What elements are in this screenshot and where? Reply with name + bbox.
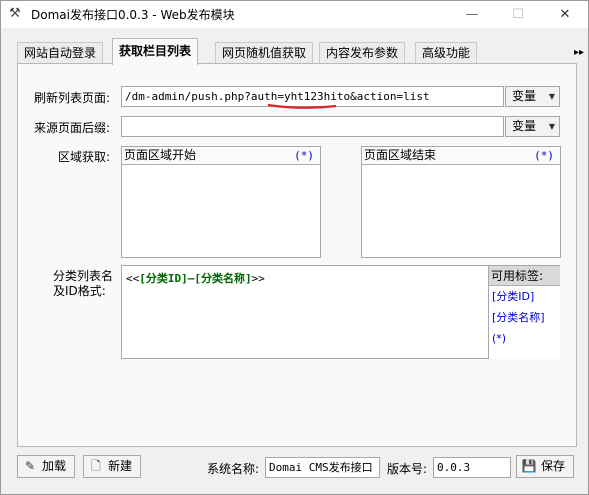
source-suffix-input[interactable] — [121, 116, 504, 137]
tab-strip: 网站自动登录 获取栏目列表 网页随机值获取 内容发布参数 高级功能 ▸▸ — [17, 38, 584, 65]
red-underline-annotation — [267, 103, 337, 109]
region-start-title: 页面区域开始 — [124, 148, 197, 162]
tab-category-list[interactable]: 获取栏目列表 — [112, 38, 199, 65]
new-button-label: 新建 — [108, 459, 133, 473]
region-start-box[interactable]: 页面区域开始 (*) — [121, 146, 321, 258]
format-text: <<[分类ID]—[分类名称]>> — [126, 270, 265, 286]
available-tags-header: 可用标签: — [489, 266, 560, 286]
close-button[interactable]: ✕ — [542, 1, 588, 28]
format-tag-id: [分类ID] — [139, 272, 188, 285]
save-icon: 💾 — [521, 459, 537, 473]
var-button-label: 变量 — [512, 119, 537, 133]
tab-random-value[interactable]: 网页随机值获取 — [215, 42, 314, 64]
tab-advanced[interactable]: 高级功能 — [415, 42, 478, 64]
tag-item-category-name[interactable]: [分类名称] — [489, 307, 560, 328]
suffix-var-dropdown[interactable]: 变量 ▼ — [505, 116, 560, 137]
app-window: ⚒ Domai发布接口0.0.3 - Web发布模块 — ☐ ✕ 网站自动登录 … — [0, 0, 589, 495]
source-suffix-label: 来源页面后缀: — [34, 121, 111, 135]
new-button[interactable]: 🗋 新建 — [83, 455, 141, 478]
system-name-label: 系统名称: — [207, 462, 260, 476]
title-bar: ⚒ Domai发布接口0.0.3 - Web发布模块 — ☐ ✕ — [1, 1, 588, 28]
tab-scroll-right-icon[interactable]: ▸▸ — [570, 44, 588, 62]
format-label-line2: 及ID格式: — [53, 284, 106, 298]
chevron-down-icon: ▼ — [548, 122, 555, 131]
refresh-var-dropdown[interactable]: 变量 ▼ — [505, 86, 560, 107]
save-button[interactable]: 💾 保存 — [516, 455, 574, 478]
tools-icon: ⚒ — [9, 6, 21, 21]
region-start-star[interactable]: (*) — [294, 147, 314, 164]
save-button-label: 保存 — [541, 459, 566, 473]
tab-auto-login[interactable]: 网站自动登录 — [17, 42, 104, 64]
region-end-box[interactable]: 页面区域结束 (*) — [361, 146, 561, 258]
region-label: 区域获取: — [58, 150, 111, 164]
format-editor[interactable]: <<[分类ID]—[分类名称]>> 可用标签: [分类ID] [分类名称] (*… — [121, 265, 560, 359]
version-label: 版本号: — [387, 462, 428, 476]
maximize-button[interactable]: ☐ — [495, 1, 541, 28]
version-input[interactable]: 0.0.3 — [433, 457, 511, 478]
region-start-header: 页面区域开始 (*) — [122, 147, 320, 165]
tab-publish-params[interactable]: 内容发布参数 — [319, 42, 406, 64]
chevron-down-icon: ▼ — [548, 92, 555, 101]
region-end-star[interactable]: (*) — [534, 147, 554, 164]
refresh-page-label: 刷新列表页面: — [34, 91, 111, 105]
available-tags-panel: 可用标签: [分类ID] [分类名称] (*) — [488, 266, 560, 359]
minimize-button[interactable]: — — [449, 1, 495, 28]
tag-item-category-id[interactable]: [分类ID] — [489, 286, 560, 307]
new-file-icon: 🗋 — [91, 459, 101, 473]
tag-item-wildcard[interactable]: (*) — [489, 328, 560, 349]
load-button[interactable]: ✎ 加载 — [17, 455, 75, 478]
edit-icon: ✎ — [24, 459, 36, 473]
format-suffix: >> — [251, 272, 265, 285]
var-button-label: 变量 — [512, 89, 537, 103]
load-button-label: 加载 — [42, 459, 67, 473]
format-tag-name: [分类名称] — [194, 272, 252, 285]
region-end-title: 页面区域结束 — [364, 148, 437, 162]
format-prefix: << — [126, 272, 140, 285]
region-end-header: 页面区域结束 (*) — [362, 147, 560, 165]
window-title: Domai发布接口0.0.3 - Web发布模块 — [31, 8, 235, 22]
system-name-input[interactable]: Domai CMS发布接口 — [265, 457, 380, 478]
